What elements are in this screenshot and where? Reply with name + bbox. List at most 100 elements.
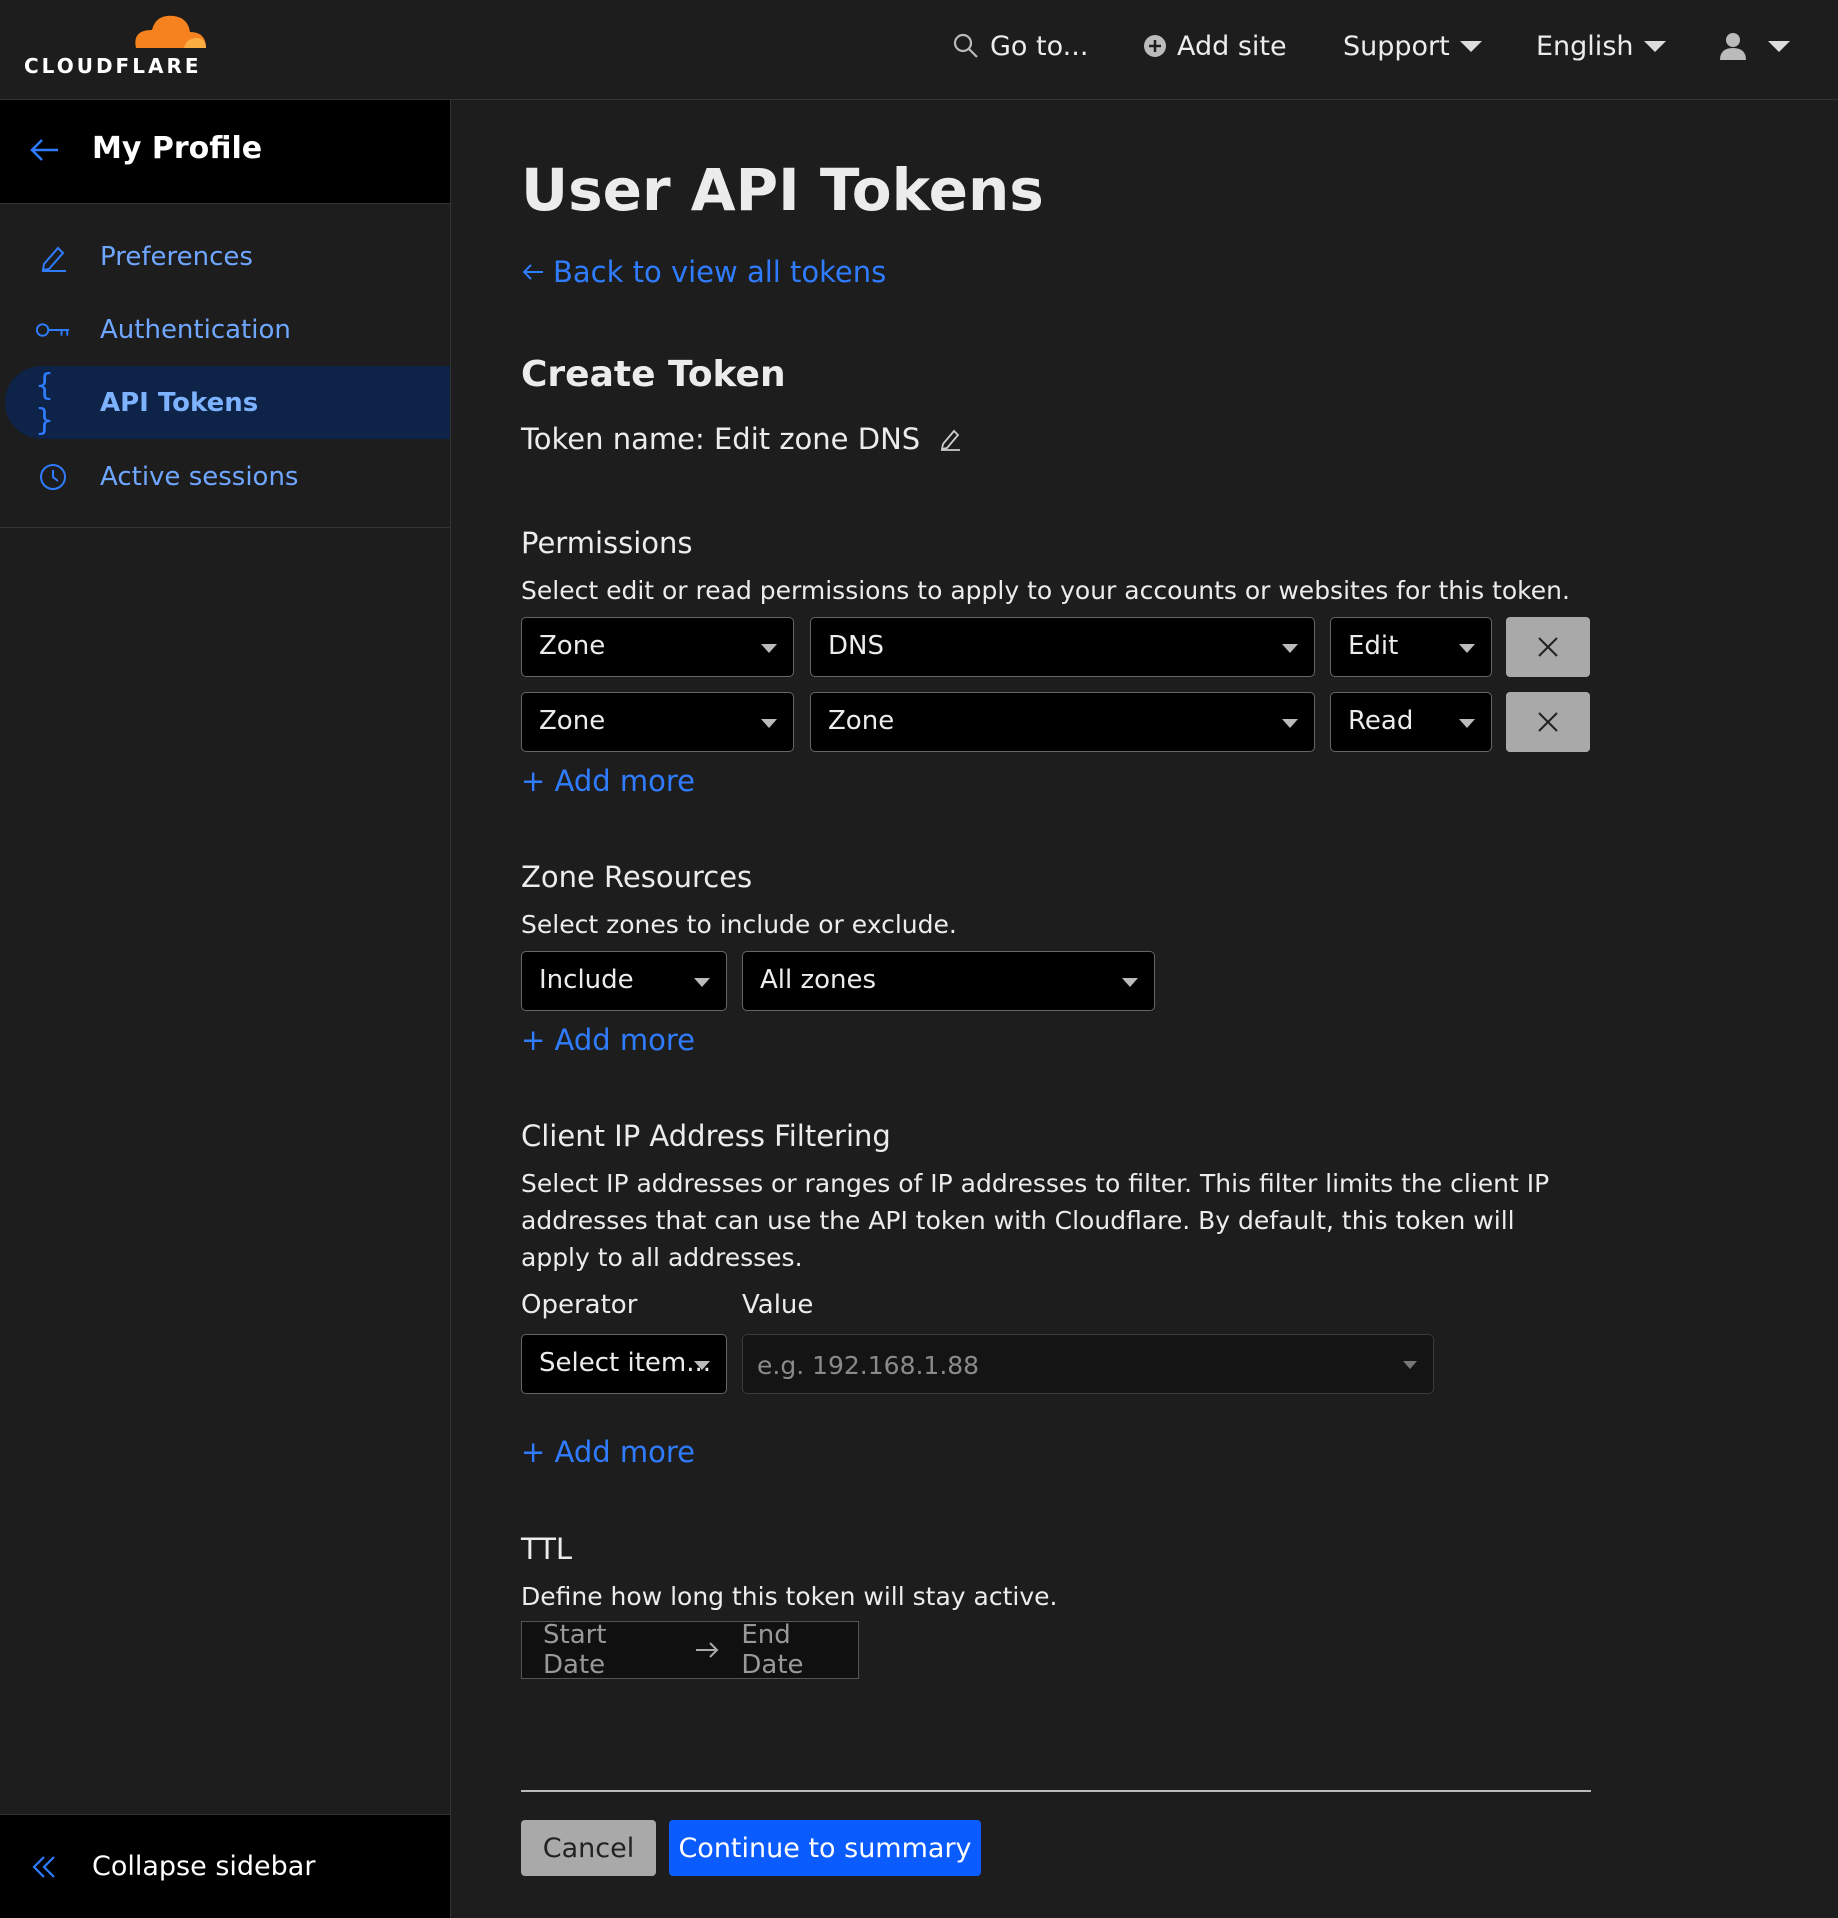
plus-circle-icon — [1143, 34, 1167, 58]
ttl-title: TTL — [521, 1532, 573, 1566]
zone-select[interactable]: All zones — [742, 951, 1155, 1011]
operator-select[interactable]: Select item... — [521, 1334, 727, 1394]
select-value: Include — [539, 965, 634, 995]
create-token-heading: Create Token — [521, 354, 786, 395]
close-icon — [1538, 637, 1558, 657]
caret-down-icon — [1282, 644, 1298, 653]
sidebar-title: My Profile — [92, 131, 263, 166]
double-chevron-left-icon — [30, 1853, 58, 1885]
chevron-down-icon — [1768, 40, 1790, 52]
top-bar: CLOUDFLARE Go to... Add site Support Eng… — [0, 0, 1838, 100]
sidebar-item-active-sessions[interactable]: Active sessions — [5, 440, 450, 513]
select-value: DNS — [828, 631, 884, 661]
support-dropdown[interactable]: Support — [1343, 26, 1482, 66]
permissions-description: Select edit or read permissions to apply… — [521, 576, 1570, 605]
chevron-down-icon — [1459, 40, 1482, 52]
user-icon — [1718, 31, 1748, 61]
select-value: Zone — [539, 631, 606, 661]
sidebar-item-label: Preferences — [100, 241, 253, 272]
back-arrow-icon[interactable] — [28, 134, 60, 170]
arrow-right-icon — [695, 1640, 719, 1660]
sidebar: My Profile Preferences Authentication { … — [0, 100, 451, 1918]
back-to-tokens-link[interactable]: Back to view all tokens — [521, 255, 886, 289]
token-name: Token name: Edit zone DNS — [521, 422, 921, 456]
caret-down-icon — [1282, 719, 1298, 728]
token-name-row: Token name: Edit zone DNS — [521, 422, 962, 456]
select-value: Edit — [1348, 631, 1399, 661]
language-dropdown[interactable]: English — [1536, 26, 1666, 66]
user-menu-dropdown[interactable] — [1718, 26, 1790, 66]
cloudflare-logo[interactable]: CLOUDFLARE — [24, 8, 214, 78]
sidebar-item-api-tokens[interactable]: { } API Tokens — [5, 366, 450, 439]
permission-scope-select[interactable]: Zone — [521, 617, 794, 677]
sidebar-item-authentication[interactable]: Authentication — [5, 293, 450, 366]
permission-resource-select[interactable]: DNS — [810, 617, 1315, 677]
ip-filtering-title: Client IP Address Filtering — [521, 1119, 891, 1153]
operator-label: Operator — [521, 1290, 638, 1320]
permission-scope-select[interactable]: Zone — [521, 692, 794, 752]
end-date-placeholder[interactable]: End Date — [741, 1620, 858, 1680]
caret-down-icon — [761, 644, 777, 653]
ip-value-input[interactable] — [743, 1335, 1380, 1395]
search-icon — [952, 32, 980, 60]
sidebar-item-label: API Tokens — [100, 387, 259, 418]
add-site-label: Add site — [1177, 30, 1287, 62]
caret-down-icon — [1122, 978, 1138, 987]
sidebar-divider — [0, 527, 450, 528]
remove-permission-button[interactable] — [1506, 617, 1590, 677]
key-icon — [35, 313, 71, 347]
add-more-ip-link[interactable]: + Add more — [521, 1435, 695, 1469]
add-more-permission-link[interactable]: + Add more — [521, 764, 695, 798]
cancel-button[interactable]: Cancel — [521, 1820, 656, 1876]
sidebar-item-preferences[interactable]: Preferences — [5, 220, 450, 293]
caret-down-icon — [1459, 719, 1475, 728]
remove-permission-button[interactable] — [1506, 692, 1590, 752]
select-value: All zones — [760, 965, 877, 995]
goto-label: Go to... — [990, 30, 1089, 62]
collapse-sidebar-button[interactable]: Collapse sidebar — [0, 1814, 450, 1918]
ip-filtering-description: Select IP addresses or ranges of IP addr… — [521, 1169, 1550, 1272]
continue-to-summary-button[interactable]: Continue to summary — [669, 1820, 981, 1876]
permission-resource-select[interactable]: Zone — [810, 692, 1315, 752]
collapse-sidebar-label: Collapse sidebar — [92, 1851, 316, 1882]
arrow-left-icon — [521, 260, 545, 284]
clock-icon — [35, 460, 71, 494]
close-icon — [1538, 712, 1558, 732]
select-placeholder: Select item... — [539, 1348, 712, 1378]
main-content: User API Tokens Back to view all tokens … — [451, 100, 1838, 1918]
pencil-icon — [35, 240, 71, 274]
zone-mode-select[interactable]: Include — [521, 951, 727, 1011]
language-label: English — [1536, 30, 1634, 62]
zone-resources-description: Select zones to include or exclude. — [521, 910, 957, 939]
actions-divider — [521, 1790, 1591, 1792]
permissions-title: Permissions — [521, 526, 693, 560]
sidebar-item-label: Authentication — [100, 314, 291, 345]
add-more-zone-link[interactable]: + Add more — [521, 1023, 695, 1057]
support-label: Support — [1343, 30, 1450, 62]
caret-down-icon — [1459, 644, 1475, 653]
ip-value-field[interactable] — [742, 1334, 1434, 1395]
value-label: Value — [742, 1290, 814, 1320]
cloud-logo-icon — [135, 15, 206, 48]
permission-access-select[interactable]: Read — [1330, 692, 1492, 752]
ttl-description: Define how long this token will stay act… — [521, 1582, 1058, 1611]
goto-search-button[interactable]: Go to... — [952, 26, 1088, 66]
back-link-label: Back to view all tokens — [553, 255, 887, 289]
ttl-date-range-picker[interactable]: Start Date End Date — [521, 1620, 859, 1680]
chevron-down-icon — [1643, 40, 1666, 52]
caret-down-icon — [694, 978, 710, 987]
add-site-button[interactable]: Add site — [1143, 26, 1287, 66]
start-date-placeholder[interactable]: Start Date — [543, 1620, 673, 1680]
select-value: Zone — [828, 706, 895, 736]
braces-icon: { } — [35, 368, 55, 438]
logo-wordmark: CLOUDFLARE — [24, 54, 202, 78]
page-title: User API Tokens — [521, 156, 1044, 224]
permission-access-select[interactable]: Edit — [1330, 617, 1492, 677]
select-value: Read — [1348, 706, 1414, 736]
sidebar-item-label: Active sessions — [100, 461, 299, 492]
caret-down-icon — [761, 719, 777, 728]
edit-pencil-icon[interactable] — [938, 427, 962, 451]
sidebar-header: My Profile — [0, 100, 450, 204]
caret-down-icon — [694, 1361, 710, 1370]
caret-down-icon — [1403, 1361, 1417, 1369]
